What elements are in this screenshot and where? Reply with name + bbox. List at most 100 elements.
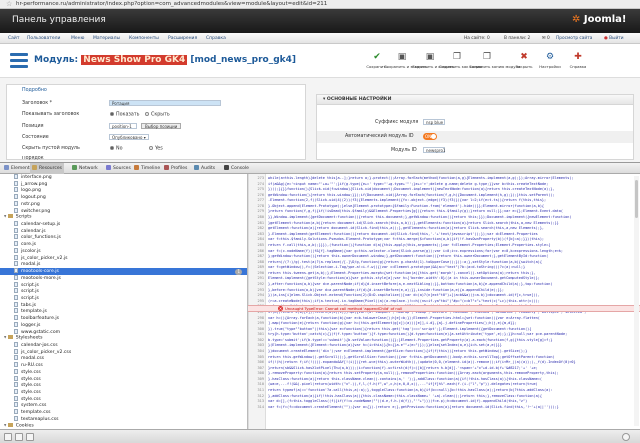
console-toggle-icon[interactable] [15,433,23,441]
file-icon [14,227,18,233]
gear-icon[interactable] [622,433,630,441]
show-title-label: Показывать заголовок [22,112,80,117]
show-title-radio-show[interactable]: Показать [110,112,140,118]
file-icon [14,187,18,193]
show-title-radio-hide[interactable]: Скрыть [145,112,170,118]
details-legend: Подробно [22,88,47,93]
devtools-tab-icon [32,165,37,170]
resource-item[interactable]: toolbarfeature.js [0,315,247,322]
search-icon[interactable] [26,433,34,441]
resource-item[interactable]: script.js [0,288,247,295]
toolbar-button[interactable]: ✚ Справка [566,52,590,69]
dock-icon[interactable] [4,433,12,441]
bookmark-star-icon[interactable]: ☆ [6,0,12,9]
auto-id-toggle[interactable]: ON [423,133,437,140]
resource-item[interactable]: tabs.js [0,301,247,309]
position-input[interactable]: position-1 [109,123,137,129]
joomla-logo: ✲ Joomla! [572,14,627,25]
resource-item[interactable]: calendar.js [0,227,247,235]
file-icon [14,180,18,186]
resource-item[interactable]: core.js [0,241,247,248]
menu-menus[interactable]: Меню [71,33,84,44]
preview-site-link[interactable]: Просмотр сайта [556,33,592,44]
resource-name: Stylesheets [15,335,43,341]
resource-name: template.js [21,309,47,315]
hide-empty-radio-no[interactable]: No [110,146,123,152]
options-header[interactable]: ▾ ОСНОВНЫЕ НАСТРОЙКИ [317,95,633,105]
resource-name: style.css [21,376,41,382]
resource-item[interactable]: style.css [0,368,247,376]
resource-item[interactable]: jscolor.js [0,247,247,255]
devtools-tab-icon [224,165,229,170]
resource-item[interactable]: js_color_picker_v2.css [0,348,247,356]
resource-name: system.css [21,403,47,409]
resource-name: Scripts [15,214,32,220]
toolbar-button[interactable]: ⚙ Настройки [538,52,562,69]
resource-item[interactable]: style.css [0,395,247,403]
folder-icon [7,335,13,340]
resource-item[interactable]: nstr.png [0,200,247,208]
menu-help[interactable]: Справка [206,33,226,44]
resource-item[interactable]: script.js [0,281,247,289]
source-scrollbar[interactable] [634,176,639,426]
menu-content[interactable]: Материалы [93,33,120,44]
resource-item[interactable]: calendar-jos.css [0,342,247,349]
resource-item[interactable]: mootools-more.js [0,274,247,282]
resource-name: js_color_picker_v2.js [21,255,68,261]
menu-users[interactable]: Пользователи [27,33,60,44]
resource-name: js_color_picker_v2.css [21,349,72,355]
devtools-status-bar [0,429,640,443]
status-messages[interactable]: ✉ 0 [542,33,550,44]
resource-name: www.gstatic.com [21,329,61,335]
resource-item[interactable]: style.css [0,382,247,389]
menu-site[interactable]: Сайт [8,33,19,44]
scrollbar-thumb[interactable] [635,180,638,218]
resource-folder[interactable]: ▾ Stylesheets [0,335,247,342]
suffix-input[interactable]: nsp blue [423,119,445,125]
resource-name: style.css [21,396,41,402]
hide-empty-radio-yes[interactable]: Yes [149,146,163,152]
toolbar-button-label: Сохранить копию модуля [469,64,521,69]
select-position-button[interactable]: Выбор позиции [141,123,182,129]
logout-link[interactable]: ● Выйти [604,33,624,44]
joomla-logo-text: Joomla! [583,14,627,25]
file-icon [14,288,18,294]
module-id-input[interactable]: newspro1 [423,147,445,153]
resource-item[interactable]: script.js [0,294,247,302]
menu-components[interactable]: Компоненты [129,33,159,44]
status-admins: В панели: 2 [504,36,531,41]
resource-item[interactable]: logout.png [0,194,247,201]
resource-item[interactable]: logger.js [0,321,247,329]
menu-extensions[interactable]: Расширения [168,33,197,44]
resource-item[interactable]: calendar-setup.js [0,221,247,228]
auto-id-label: Автоматический модуль ID [345,134,414,139]
resource-item[interactable]: mootools-core.js 1 [0,268,247,276]
resource-item[interactable]: color_functions.js [0,234,247,241]
resource-item[interactable]: j_arrow.png [0,180,247,188]
resource-item[interactable]: textareaplus.css [0,415,247,423]
resource-item[interactable]: style.css [0,389,247,396]
line-number: 314 [257,404,265,409]
resource-item[interactable]: www.gstatic.com [0,328,247,336]
title-input[interactable]: Ротация [109,100,221,106]
resource-item[interactable]: switcher.png [0,207,247,215]
toolbar-button[interactable]: ▣ Сохранить и закрыть [384,52,427,69]
resource-item[interactable]: template.js [0,308,247,315]
resource-item[interactable]: template.css [0,409,247,416]
resource-item[interactable]: interface.png [0,174,247,181]
toolbar-button[interactable]: ❐ Сохранить копию модуля [469,52,520,69]
resource-item[interactable]: system.css [0,402,247,409]
resource-item[interactable]: ru-RU.css [0,362,247,369]
resource-folder[interactable]: ▾ Scripts [0,214,247,221]
options-panel: ▾ ОСНОВНЫЕ НАСТРОЙКИ Суффикс модуля nsp … [316,94,634,160]
resource-item[interactable]: js_color_picker_v2.js [0,254,247,262]
state-select[interactable]: Опубликовано ▾ [109,134,149,140]
resource-item[interactable]: modal.css [0,355,247,362]
browser-address-bar[interactable]: ☆ hr-performance.ru/administrator/index.… [0,0,640,9]
url-text[interactable]: hr-performance.ru/administrator/index.ph… [16,0,327,9]
resource-item[interactable]: modal.js [0,261,247,268]
resource-item[interactable]: style.css [0,375,247,383]
toolbar-button[interactable]: ❐ Сохранить как копию [439,52,482,69]
file-icon [14,261,18,267]
resource-item[interactable]: logo.png [0,187,247,194]
